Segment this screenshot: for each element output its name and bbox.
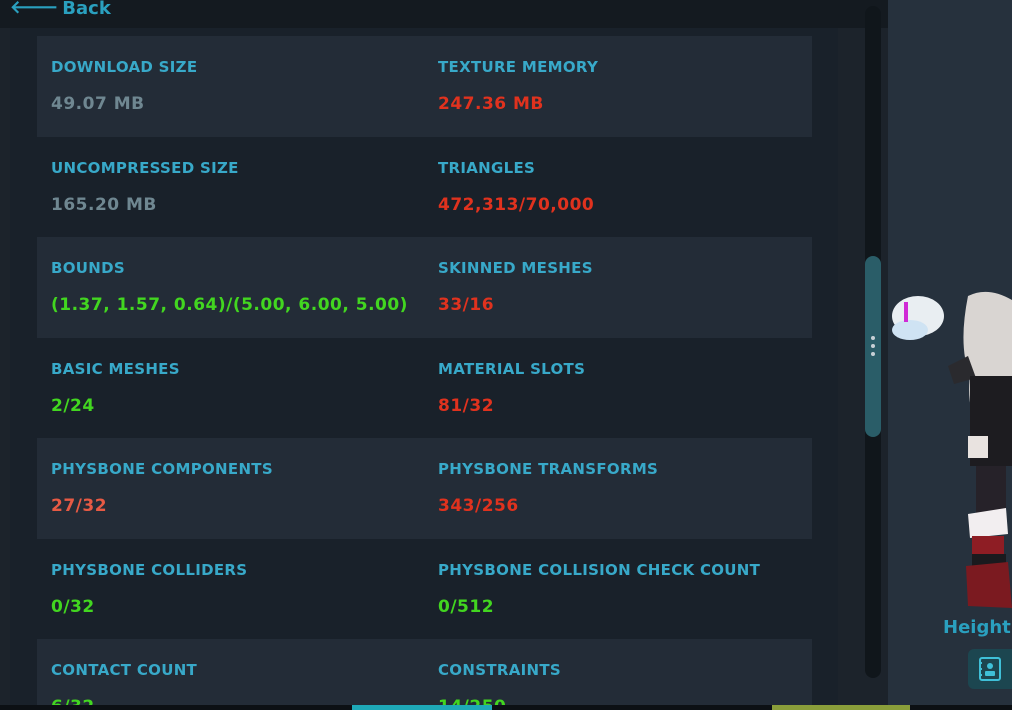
stat-value: 165.20 MB bbox=[51, 194, 157, 215]
stat-value: (1.37, 1.57, 0.64)/(5.00, 6.00, 5.00) bbox=[51, 295, 408, 315]
stat-physbone-components: PHYSBONE COMPONENTS 27/32 bbox=[37, 438, 424, 539]
stat-material-slots: MATERIAL SLOTS 81/32 bbox=[424, 338, 812, 439]
stats-row: PHYSBONE COMPONENTS 27/32 PHYSBONE TRANS… bbox=[37, 438, 812, 539]
stat-label: PHYSBONE COMPONENTS bbox=[51, 460, 273, 478]
stat-label: DOWNLOAD SIZE bbox=[51, 58, 198, 76]
avatar-stats-screen: 🡐 Back DOWNLOAD SIZE 49.07 MB TEXTURE ME… bbox=[0, 0, 1012, 710]
stat-label: PHYSBONE COLLISION CHECK COUNT bbox=[438, 560, 761, 579]
stat-label: TEXTURE MEMORY bbox=[438, 58, 599, 76]
stat-value: 27/32 bbox=[51, 496, 108, 516]
stats-panel: DOWNLOAD SIZE 49.07 MB TEXTURE MEMORY 24… bbox=[10, 28, 838, 710]
stats-row: UNCOMPRESSED SIZE 165.20 MB TRIANGLES 47… bbox=[37, 137, 812, 238]
stat-label: TRIANGLES bbox=[438, 158, 536, 177]
stats-row: CONTACT COUNT 6/32 CONSTRAINTS 14/250 bbox=[37, 639, 812, 710]
back-button[interactable]: 🡐 Back bbox=[10, 0, 111, 20]
avatar-preview-image bbox=[888, 286, 1012, 616]
arrow-left-icon: 🡐 bbox=[10, 0, 59, 18]
stat-basic-meshes: BASIC MESHES 2/24 bbox=[37, 338, 424, 439]
stat-label: PHYSBONE COLLIDERS bbox=[51, 560, 248, 579]
stat-physbone-transforms: PHYSBONE TRANSFORMS 343/256 bbox=[424, 438, 812, 539]
bottom-accent bbox=[352, 705, 492, 710]
stat-contact-count: CONTACT COUNT 6/32 bbox=[37, 639, 424, 710]
stats-row: DOWNLOAD SIZE 49.07 MB TEXTURE MEMORY 24… bbox=[37, 36, 812, 137]
stats-row: BOUNDS (1.37, 1.57, 0.64)/(5.00, 6.00, 5… bbox=[37, 237, 812, 338]
stat-value: 247.36 MB bbox=[438, 94, 544, 114]
top-bar: 🡐 Back bbox=[0, 0, 888, 28]
stat-triangles: TRIANGLES 472,313/70,000 bbox=[424, 137, 812, 238]
stat-label: CONSTRAINTS bbox=[438, 661, 561, 679]
stat-label: SKINNED MESHES bbox=[438, 259, 593, 277]
stat-value: 472,313/70,000 bbox=[438, 194, 595, 215]
stat-value: 49.07 MB bbox=[51, 94, 145, 114]
back-label: Back bbox=[62, 0, 111, 19]
height-label: Height bbox=[943, 617, 1011, 638]
stat-value: 2/24 bbox=[51, 395, 95, 416]
stat-bounds: BOUNDS (1.37, 1.57, 0.64)/(5.00, 6.00, 5… bbox=[37, 237, 424, 338]
stat-label: MATERIAL SLOTS bbox=[438, 359, 586, 378]
stat-constraints: CONSTRAINTS 14/250 bbox=[424, 639, 812, 710]
stat-value: 0/512 bbox=[438, 596, 495, 617]
id-card-icon bbox=[979, 657, 1001, 681]
id-card-button[interactable] bbox=[968, 649, 1012, 689]
bottom-accent bbox=[772, 705, 910, 710]
plush-item-icon bbox=[892, 296, 944, 340]
stat-label: UNCOMPRESSED SIZE bbox=[51, 158, 239, 177]
stat-physbone-collision-check-count: PHYSBONE COLLISION CHECK COUNT 0/512 bbox=[424, 539, 812, 640]
stat-uncompressed-size: UNCOMPRESSED SIZE 165.20 MB bbox=[37, 137, 424, 238]
stat-skinned-meshes: SKINNED MESHES 33/16 bbox=[424, 237, 812, 338]
vertical-dots-icon[interactable] bbox=[869, 334, 877, 358]
stats-grid: DOWNLOAD SIZE 49.07 MB TEXTURE MEMORY 24… bbox=[37, 36, 812, 710]
stats-row: PHYSBONE COLLIDERS 0/32 PHYSBONE COLLISI… bbox=[37, 539, 812, 640]
stat-label: BASIC MESHES bbox=[51, 359, 180, 378]
stat-value: 343/256 bbox=[438, 496, 519, 516]
avatar-figure bbox=[948, 291, 1012, 608]
stat-label: BOUNDS bbox=[51, 259, 125, 277]
stat-texture-memory: TEXTURE MEMORY 247.36 MB bbox=[424, 36, 812, 137]
stat-label: CONTACT COUNT bbox=[51, 661, 198, 679]
stats-row: BASIC MESHES 2/24 MATERIAL SLOTS 81/32 bbox=[37, 338, 812, 439]
stat-value: 81/32 bbox=[438, 395, 495, 416]
stat-value: 33/16 bbox=[438, 295, 495, 315]
stat-label: PHYSBONE TRANSFORMS bbox=[438, 460, 659, 478]
stat-download-size: DOWNLOAD SIZE 49.07 MB bbox=[37, 36, 424, 137]
stat-value: 0/32 bbox=[51, 596, 95, 617]
stat-physbone-colliders: PHYSBONE COLLIDERS 0/32 bbox=[37, 539, 424, 640]
